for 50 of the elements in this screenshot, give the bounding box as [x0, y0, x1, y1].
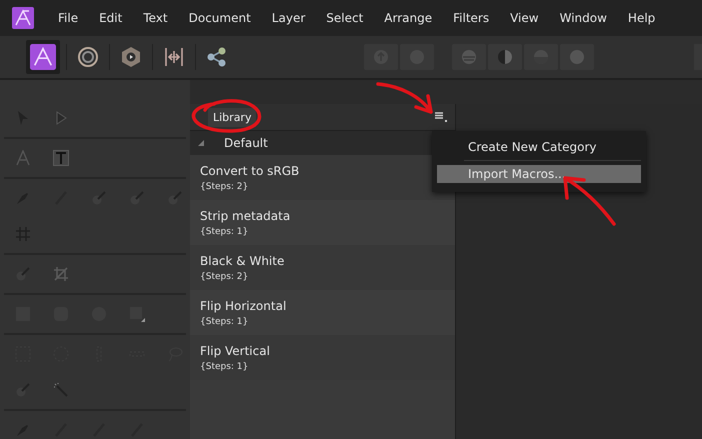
macro-steps: {Steps: 1} [200, 362, 455, 372]
circle-button[interactable] [560, 44, 594, 70]
disclosure-triangle-icon[interactable] [198, 140, 204, 146]
menu-item[interactable]: Edit [99, 11, 122, 25]
menu-item[interactable]: File [58, 11, 78, 25]
square-corner-tool-icon[interactable] [129, 306, 145, 322]
text-frame-tool-icon[interactable] [53, 150, 69, 166]
macro-steps: {Steps: 2} [200, 272, 455, 282]
menu-item[interactable]: Filters [453, 11, 490, 25]
macro-name: Strip metadata [200, 208, 292, 222]
tone-mapping-icon [165, 47, 183, 67]
annotation-arrow [376, 82, 433, 114]
menu-item[interactable]: Layer [272, 11, 306, 25]
paint-brush-tool-icon[interactable] [15, 266, 31, 282]
macro-name: Black & White [200, 254, 286, 268]
menu-item[interactable]: Help [628, 11, 656, 25]
half-circle-button[interactable] [488, 44, 522, 70]
paint-brush-tool-icon[interactable] [129, 190, 145, 206]
library-tab[interactable]: Library [208, 108, 256, 126]
split-circle-button[interactable] [452, 44, 486, 70]
serif-a-tool-icon[interactable] [15, 150, 31, 166]
menu-option[interactable]: Import Macros... [437, 165, 641, 183]
menu-icon[interactable] [435, 112, 447, 122]
macro-steps: {Steps: 1} [200, 226, 455, 236]
flower-button[interactable] [400, 44, 434, 70]
half-circle-icon [497, 49, 513, 65]
annotation-arrow [563, 176, 616, 226]
menu-item[interactable]: Text [143, 11, 168, 25]
crop-tool-icon[interactable] [53, 266, 69, 282]
macro-steps: {Steps: 1} [200, 316, 455, 326]
macro-steps: {Steps: 2} [200, 182, 455, 192]
paint-brush-tool-icon[interactable] [15, 382, 31, 398]
menu-item[interactable]: View [510, 11, 539, 25]
gradient-circle-button[interactable] [524, 44, 558, 70]
wand-tool-icon[interactable] [53, 382, 69, 398]
category-label: Default [224, 136, 268, 150]
upload-button[interactable] [364, 44, 398, 70]
macro-name: Flip Horizontal [200, 298, 288, 312]
photo-persona-button[interactable] [26, 40, 60, 74]
split-circle-icon [461, 49, 477, 65]
menu-item[interactable]: Select [326, 11, 364, 25]
circle-icon [569, 49, 585, 65]
menu-item[interactable]: Window [560, 11, 607, 25]
paint-brush-tool-icon[interactable] [167, 190, 183, 206]
menu-item[interactable]: Arrange [384, 11, 432, 25]
macro-name: Convert to sRGB [200, 164, 300, 178]
macro-name: Flip Vertical [200, 344, 271, 358]
app-logo-icon [12, 7, 34, 29]
menu-item[interactable]: Document [188, 11, 251, 25]
paint-brush-tool-icon[interactable] [91, 190, 107, 206]
